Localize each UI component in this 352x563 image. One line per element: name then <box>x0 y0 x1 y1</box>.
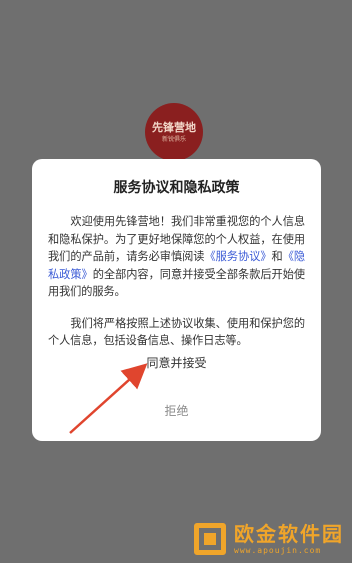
watermark-url: www.apoujin.com <box>234 546 322 555</box>
logo-subtitle: 新锐俱乐 <box>161 135 186 143</box>
watermark-name: 欧金软件园 <box>234 522 344 546</box>
collection-paragraph: 我们将严格按照上述协议收集、使用和保护您的个人信息，包括设备信息、操作日志等。 <box>48 316 305 348</box>
intro-paragraph: 欢迎使用先锋营地！我们非常重视您的个人信息和隐私保护。为了更好地保障您的个人权益… <box>48 213 305 301</box>
watermark: 欧金软件园 www.apoujin.com <box>194 522 344 555</box>
and-text: 和 <box>271 250 283 263</box>
reject-button[interactable]: 拒绝 <box>32 402 321 419</box>
watermark-logo-icon <box>194 522 226 555</box>
agree-button[interactable]: 同意并接受 <box>32 354 321 371</box>
dialog-title: 服务协议和隐私政策 <box>113 180 240 196</box>
logo-title: 先锋营地 <box>152 120 196 134</box>
privacy-dialog: 服务协议和隐私政策 欢迎使用先锋营地！我们非常重视您的个人信息和隐私保护。为了更… <box>32 159 321 441</box>
service-agreement-link[interactable]: 《服务协议》 <box>204 250 271 263</box>
app-logo: 先锋营地 新锐俱乐 <box>145 103 203 161</box>
